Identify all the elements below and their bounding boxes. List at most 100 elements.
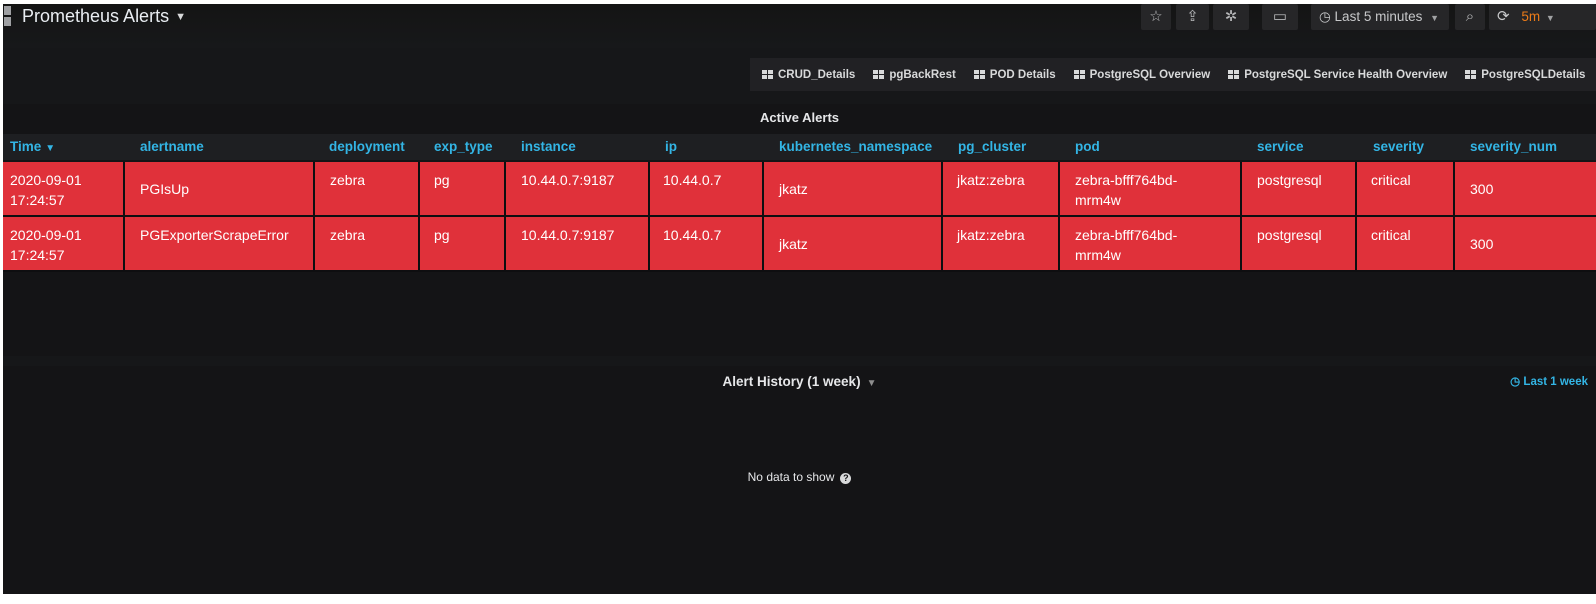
clock-icon: ◷ — [1319, 9, 1331, 24]
cell-severity: critical — [1357, 162, 1455, 215]
dashboard-link-pgbackrest[interactable]: pgBackRest — [873, 68, 956, 81]
dashboard-link-postgresql-overview[interactable]: PostgreSQL Overview — [1073, 68, 1211, 81]
column-header-severity-num[interactable]: severity_num — [1470, 134, 1557, 160]
column-header-severity[interactable]: severity — [1373, 134, 1424, 160]
cell-deployment: zebra — [315, 162, 420, 215]
cell-instance: 10.44.0.7:9187 — [506, 217, 650, 270]
cell-ip: 10.44.0.7 — [650, 217, 764, 270]
tv-mode-button[interactable]: ▭ — [1262, 4, 1298, 30]
column-header-instance[interactable]: instance — [521, 134, 576, 160]
dashboard-link-label: POD Details — [989, 68, 1056, 81]
panel-title-menu[interactable]: Alert History (1 week) ▼ — [3, 374, 1596, 389]
cell-time: 2020-09-01 17:24:57 — [3, 217, 125, 270]
share-icon: ⇪ — [1186, 8, 1199, 25]
no-data-text: No data to show — [747, 470, 835, 484]
column-header-alertname[interactable]: alertname — [140, 134, 204, 160]
cell-pg-cluster: jkatz:zebra — [943, 217, 1060, 270]
zoom-out-button[interactable]: ⌕ — [1455, 4, 1485, 30]
sort-down-icon: ▼ — [45, 143, 56, 154]
cell-severity: critical — [1357, 217, 1455, 270]
dashboard-grid-icon — [1228, 70, 1240, 79]
column-header-pod[interactable]: pod — [1075, 134, 1100, 160]
dashboard-title-picker[interactable]: Prometheus Alerts ▼ — [22, 5, 186, 29]
clock-icon: ◷ — [1510, 376, 1521, 388]
cell-exp-type: pg — [420, 217, 506, 270]
settings-button[interactable]: ✲ — [1213, 4, 1249, 30]
share-button[interactable]: ⇪ — [1176, 4, 1209, 30]
column-header-pg-cluster[interactable]: pg_cluster — [958, 134, 1026, 160]
cell-exp-type: pg — [420, 162, 506, 215]
cell-service: postgresql — [1242, 162, 1357, 215]
table-row: 2020-09-01 17:24:57 PGIsUp zebra pg 10.4… — [3, 162, 1596, 215]
no-data-message: No data to show? — [3, 470, 1596, 484]
dashboard-link-label: PostgreSQL Service Health Overview — [1244, 68, 1448, 81]
dashboard-link-pod-details[interactable]: POD Details — [973, 68, 1056, 81]
table-row: 2020-09-01 17:24:57 PGExporterScrapeErro… — [3, 217, 1596, 270]
active-alerts-panel: Active Alerts Time ▼ alertname deployment… — [3, 104, 1596, 356]
panel-title[interactable]: Active Alerts — [3, 110, 1596, 125]
dashboard-link-label: PostgreSQLDetails — [1481, 68, 1586, 81]
row-divider — [3, 270, 1596, 272]
cell-kubernetes-namespace: jkatz — [764, 217, 943, 270]
dashboard-grid-icon — [1465, 70, 1477, 79]
dashboard-grid-icon — [1073, 70, 1085, 79]
cell-pod-line: zebra-bfff764bd- — [1075, 172, 1178, 188]
dashboard-link-postgresqldetails[interactable]: PostgreSQLDetails — [1465, 69, 1585, 81]
monitor-icon: ▭ — [1272, 8, 1288, 25]
star-button[interactable]: ☆ — [1141, 4, 1171, 30]
cell-pod-line: mrm4w — [1075, 247, 1121, 263]
refresh-interval: 5m — [1521, 9, 1541, 24]
column-header-ip[interactable]: ip — [665, 134, 677, 160]
cell-alertname: PGExporterScrapeError — [125, 217, 315, 270]
cell-severity-num: 300 — [1455, 162, 1596, 215]
dashboard-grid-icon — [873, 70, 885, 79]
table-header: Time ▼ alertname deployment exp_type inst… — [3, 134, 1596, 160]
refresh-button[interactable]: ⟳ 5m ▼ — [1489, 4, 1596, 30]
column-header-deployment[interactable]: deployment — [329, 134, 405, 160]
dashboard-grid-icon[interactable] — [4, 6, 11, 26]
dashboard-grid-icon — [762, 70, 773, 79]
column-header-kubernetes-namespace[interactable]: kubernetes_namespace — [779, 134, 932, 160]
dashboard-link-label: PostgreSQL Overview — [1089, 68, 1211, 81]
question-circle-icon[interactable]: ? — [840, 473, 852, 484]
dashboard-link-crud-details[interactable]: CRUD_Details — [762, 69, 855, 81]
column-header-service[interactable]: service — [1257, 134, 1304, 160]
time-override-label: Last 1 week — [1523, 376, 1588, 388]
cell-ip: 10.44.0.7 — [650, 162, 764, 215]
star-icon: ☆ — [1149, 8, 1163, 25]
dashboard-grid-icon — [973, 70, 985, 79]
gear-icon: ✲ — [1224, 8, 1238, 25]
caret-down-icon: ▼ — [1545, 13, 1555, 23]
cell-pg-cluster: jkatz:zebra — [943, 162, 1060, 215]
cell-instance: 10.44.0.7:9187 — [506, 162, 650, 215]
caret-down-icon: ▼ — [866, 378, 877, 389]
cell-pod: zebra-bfff764bd- mrm4w — [1060, 217, 1242, 270]
dashboard-links: CRUD_Details pgBackRest POD Details Post… — [750, 58, 1596, 91]
dashboard-app: Prometheus Alerts ▼ ☆ ⇪ ✲ ▭ ◷ Last 5 minu… — [3, 4, 1596, 594]
cell-time-date: 2020-09-01 — [10, 227, 82, 243]
cell-pod-line: mrm4w — [1075, 192, 1121, 208]
caret-down-icon: ▼ — [1430, 13, 1440, 23]
column-header-exp-type[interactable]: exp_type — [434, 134, 493, 160]
panel-time-override: ◷ Last 1 week — [1510, 374, 1588, 388]
caret-down-icon: ▼ — [175, 11, 186, 23]
refresh-icon: ⟳ — [1497, 8, 1510, 25]
dashboard-link-label: CRUD_Details — [778, 68, 856, 81]
cell-alertname: PGIsUp — [125, 162, 315, 215]
top-navbar: Prometheus Alerts ▼ ☆ ⇪ ✲ ▭ ◷ Last 5 minu… — [3, 4, 1596, 48]
cell-time-date: 2020-09-01 — [10, 172, 82, 188]
cell-service: postgresql — [1242, 217, 1357, 270]
dashboard-link-postgresql-service-health[interactable]: PostgreSQL Service Health Overview — [1228, 69, 1447, 81]
dashboard-title: Prometheus Alerts — [22, 6, 170, 26]
column-header-time[interactable]: Time ▼ — [10, 134, 55, 160]
panel-title: Alert History (1 week) — [722, 374, 861, 389]
cell-time-clock: 17:24:57 — [10, 247, 65, 263]
cell-pod-line: zebra-bfff764bd- — [1075, 227, 1178, 243]
time-picker-button[interactable]: ◷ Last 5 minutes ▼ — [1311, 4, 1449, 30]
magnifier-icon: ⌕ — [1465, 8, 1475, 25]
time-picker-label: Last 5 minutes — [1334, 9, 1423, 24]
alert-history-panel: Alert History (1 week) ▼ ◷ Last 1 week No… — [3, 366, 1596, 594]
cell-severity-num: 300 — [1455, 217, 1596, 270]
cell-kubernetes-namespace: jkatz — [764, 162, 943, 215]
dashboard-link-label: pgBackRest — [889, 68, 956, 81]
